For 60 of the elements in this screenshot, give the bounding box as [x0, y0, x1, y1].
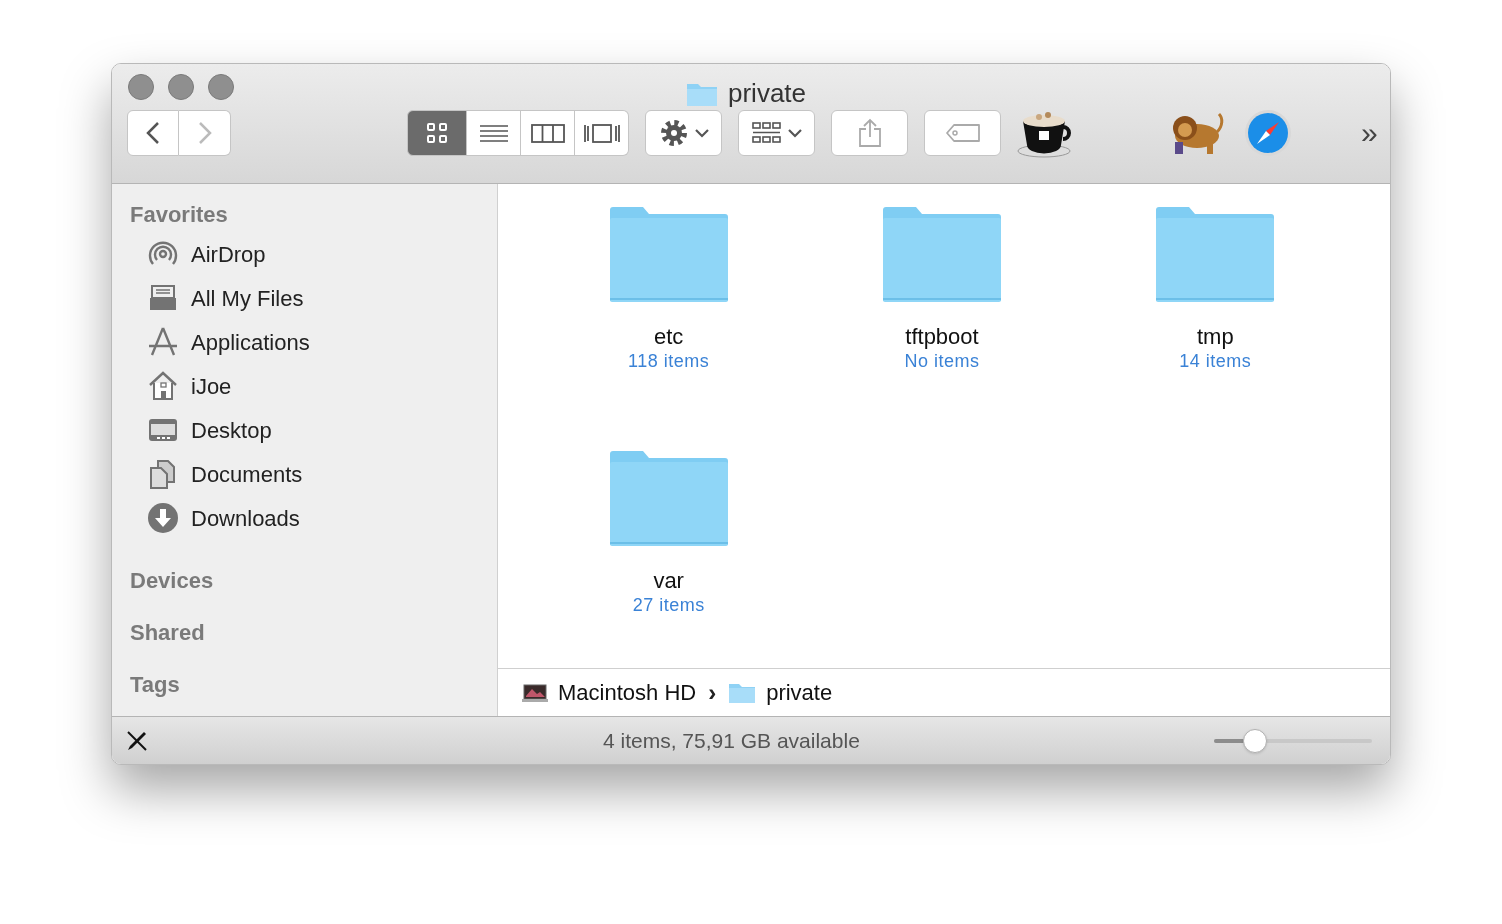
- sidebar-section-header[interactable]: Devices: [130, 564, 497, 592]
- path-item[interactable]: private: [728, 676, 833, 709]
- icon-size-slider[interactable]: [1214, 729, 1372, 753]
- sidebar-item[interactable]: Documents: [130, 452, 460, 496]
- folder-icon[interactable]: [607, 450, 730, 548]
- item-count: 27 items: [632, 594, 705, 616]
- sidebar-item[interactable]: Applications: [130, 320, 460, 364]
- slider-thumb[interactable]: [1243, 729, 1268, 753]
- share-button[interactable]: [831, 110, 908, 156]
- folder-name[interactable]: etc: [654, 324, 684, 350]
- sidebar-section-header[interactable]: Favorites: [130, 198, 497, 226]
- overflow-button[interactable]: »: [1361, 118, 1378, 148]
- sidebar-section-header[interactable]: Tags: [130, 668, 497, 696]
- sidebar-item[interactable]: iJoe: [130, 364, 460, 408]
- gear-icon: [658, 118, 689, 148]
- columns-icon: [530, 121, 565, 145]
- grid-icon: [425, 121, 449, 145]
- view-mode-button[interactable]: [521, 110, 575, 156]
- folder-name[interactable]: var: [653, 568, 684, 594]
- laptop-icon: [522, 682, 548, 703]
- item-count: 14 items: [1179, 350, 1252, 372]
- grid-icon: [751, 121, 782, 145]
- back-button[interactable]: [127, 110, 179, 156]
- chevron-down-icon: [694, 128, 709, 138]
- app-store-icon: [147, 326, 179, 358]
- folder-name[interactable]: tftpboot: [905, 324, 979, 350]
- close-button[interactable]: [128, 74, 154, 100]
- folder-icon[interactable]: [881, 206, 1003, 304]
- arrange-button[interactable]: [738, 110, 815, 156]
- window-title: private: [728, 77, 807, 110]
- path-item[interactable]: Macintosh HD: [522, 676, 697, 709]
- view-mode-button[interactable]: [467, 110, 521, 156]
- folder-name[interactable]: tmp: [1197, 324, 1234, 350]
- pencil-crossed-icon[interactable]: [126, 729, 148, 752]
- chevron-down-icon: [787, 128, 802, 138]
- zoom-button[interactable]: [208, 74, 234, 100]
- tag-icon: [944, 123, 981, 143]
- sidebar-item[interactable]: All My Files: [130, 276, 460, 320]
- tag-button[interactable]: [924, 110, 1001, 156]
- sidebar-item[interactable]: Desktop: [130, 408, 460, 452]
- house-icon: [147, 370, 179, 402]
- share-icon: [857, 118, 882, 148]
- sidebar-item[interactable]: Downloads: [130, 496, 460, 540]
- coverflow-icon: [582, 121, 621, 145]
- view-mode-button[interactable]: [575, 110, 629, 156]
- item-count: No items: [904, 350, 980, 372]
- view-mode-button[interactable]: [407, 110, 467, 156]
- folder-icon[interactable]: [1154, 206, 1277, 304]
- folder-icon: [728, 681, 757, 704]
- item-count: 118 items: [628, 350, 710, 372]
- path-separator: ›: [708, 677, 717, 708]
- chevron-left-icon: [146, 121, 160, 145]
- sidebar-item[interactable]: AirDrop: [130, 232, 460, 276]
- chevron-right-icon: [197, 121, 212, 145]
- sidebar-section-header[interactable]: Shared: [130, 616, 497, 644]
- action-button[interactable]: [645, 110, 722, 156]
- minimize-button[interactable]: [168, 74, 194, 100]
- status-text: 4 items, 75,91 GB available: [603, 727, 860, 754]
- folder-icon[interactable]: [607, 206, 730, 304]
- download-icon: [147, 502, 179, 534]
